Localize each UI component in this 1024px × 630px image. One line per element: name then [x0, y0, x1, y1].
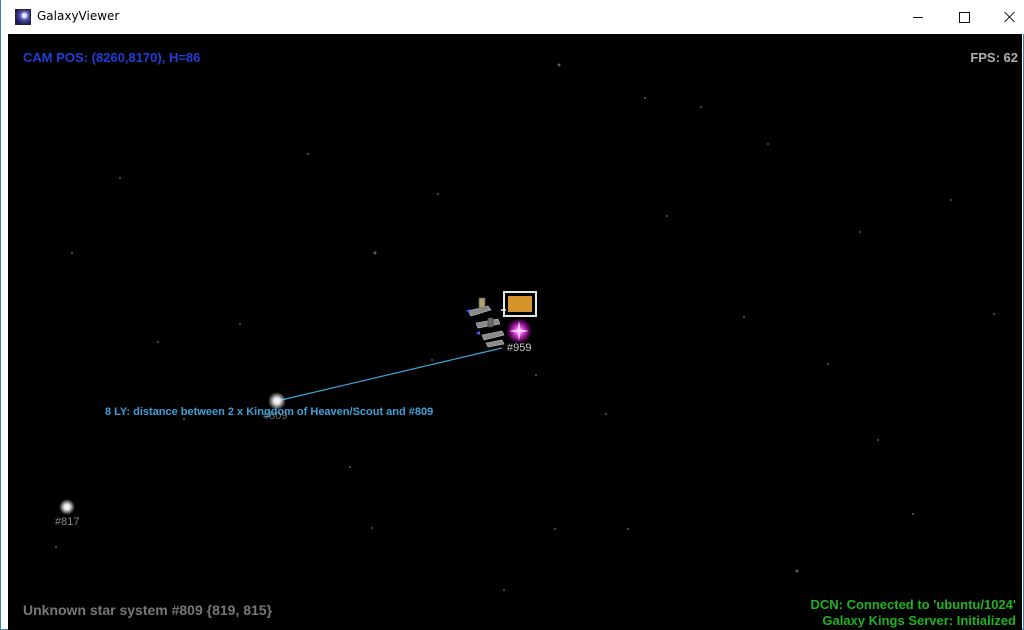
minimize-icon — [913, 16, 923, 18]
scout-fleet-icon[interactable] — [466, 297, 505, 348]
star-959[interactable] — [506, 318, 532, 344]
connection-status: DCN: Connected to 'ubuntu/1024' — [810, 597, 1016, 612]
star-label-817: #817 — [55, 516, 80, 528]
minimize-button[interactable] — [895, 0, 941, 34]
star-label-959: #959 — [507, 342, 532, 354]
app-window: GalaxyViewer CAM POS: (8260,8170), H=86 … — [0, 0, 1024, 630]
maximize-button[interactable] — [941, 0, 987, 34]
fleet-marker[interactable] — [503, 291, 537, 317]
distance-line — [276, 347, 503, 402]
galaxy-app-icon — [15, 9, 31, 25]
camera-position: CAM POS: (8260,8170), H=86 — [23, 50, 201, 65]
close-button[interactable] — [987, 0, 1024, 34]
selected-system-info: Unknown star system #809 {819, 815} — [23, 602, 273, 618]
window-title: GalaxyViewer — [37, 9, 120, 23]
fps-counter: FPS: 62 — [970, 50, 1018, 65]
server-status: Galaxy Kings Server: Initialized — [822, 613, 1016, 628]
title-bar[interactable]: GalaxyViewer — [1, 0, 1024, 34]
star-817[interactable] — [59, 499, 75, 515]
galaxy-map[interactable] — [8, 34, 1022, 630]
close-icon — [1004, 11, 1016, 23]
maximize-icon — [958, 11, 970, 23]
distance-label: 8 LY: distance between 2 x Kingdom of He… — [105, 406, 434, 418]
galaxy-viewport[interactable]: CAM POS: (8260,8170), H=86 FPS: 62 #959 … — [8, 34, 1022, 630]
